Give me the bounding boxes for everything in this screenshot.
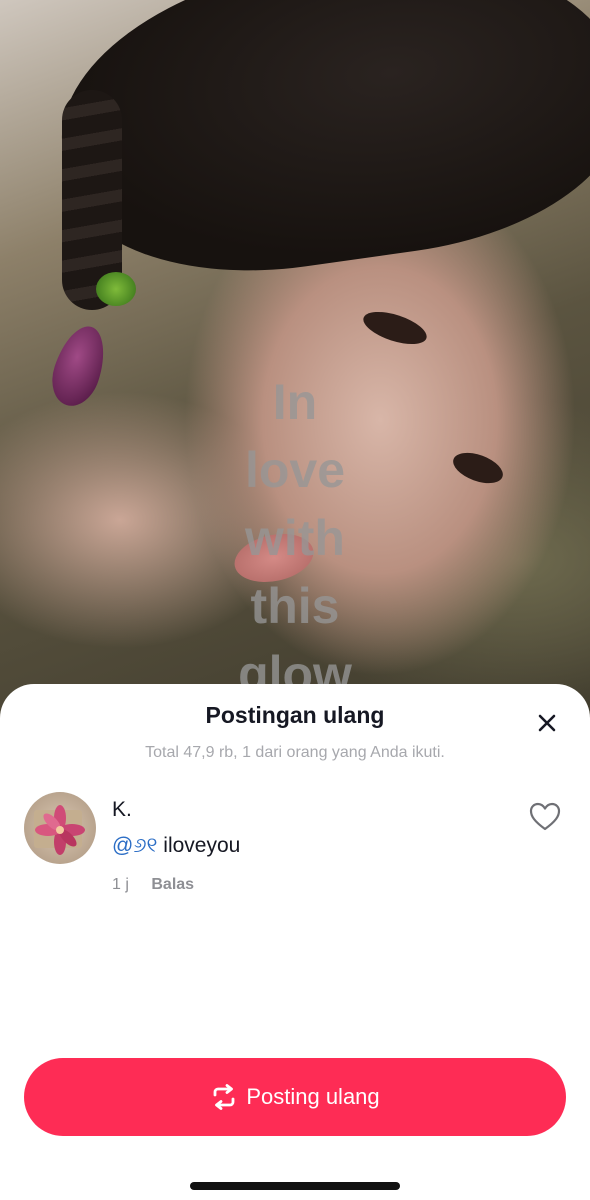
comment-text: iloveyou: [157, 834, 241, 857]
sheet-title: Postingan ulang: [205, 702, 385, 728]
video-overlay-text: In love with this glow: [238, 374, 352, 702]
eye-right: [449, 446, 507, 490]
earring-stud: [96, 272, 136, 306]
mention-link[interactable]: @୬୧: [112, 834, 157, 857]
close-button[interactable]: [532, 708, 562, 738]
repost-button-label: Posting ulang: [246, 1084, 380, 1109]
repost-button[interactable]: Posting ulang: [24, 1058, 566, 1136]
avatar[interactable]: [24, 792, 96, 864]
heart-outline-icon: [529, 802, 561, 831]
like-button[interactable]: [528, 801, 562, 833]
reposts-sheet: Postingan ulang Total 47,9 rb, 1 dari or…: [0, 684, 590, 1200]
flower-icon: [34, 805, 85, 855]
timestamp: 1 j: [112, 876, 129, 893]
home-indicator[interactable]: [190, 1182, 400, 1190]
repost-comment: @୬୧ iloveyou: [112, 834, 240, 858]
reply-button[interactable]: Balas: [151, 876, 194, 893]
close-icon: [538, 714, 556, 732]
video-background[interactable]: In love with this glow: [0, 0, 590, 720]
sheet-subtitle: Total 47,9 rb, 1 dari orang yang Anda ik…: [145, 744, 445, 761]
earring-drop: [44, 319, 114, 413]
username[interactable]: K.: [112, 798, 132, 822]
hair-shape: [41, 0, 590, 298]
eye-left: [359, 305, 431, 351]
comment-meta: 1 j Balas: [112, 876, 194, 894]
repost-arrows-icon: [210, 1084, 238, 1110]
